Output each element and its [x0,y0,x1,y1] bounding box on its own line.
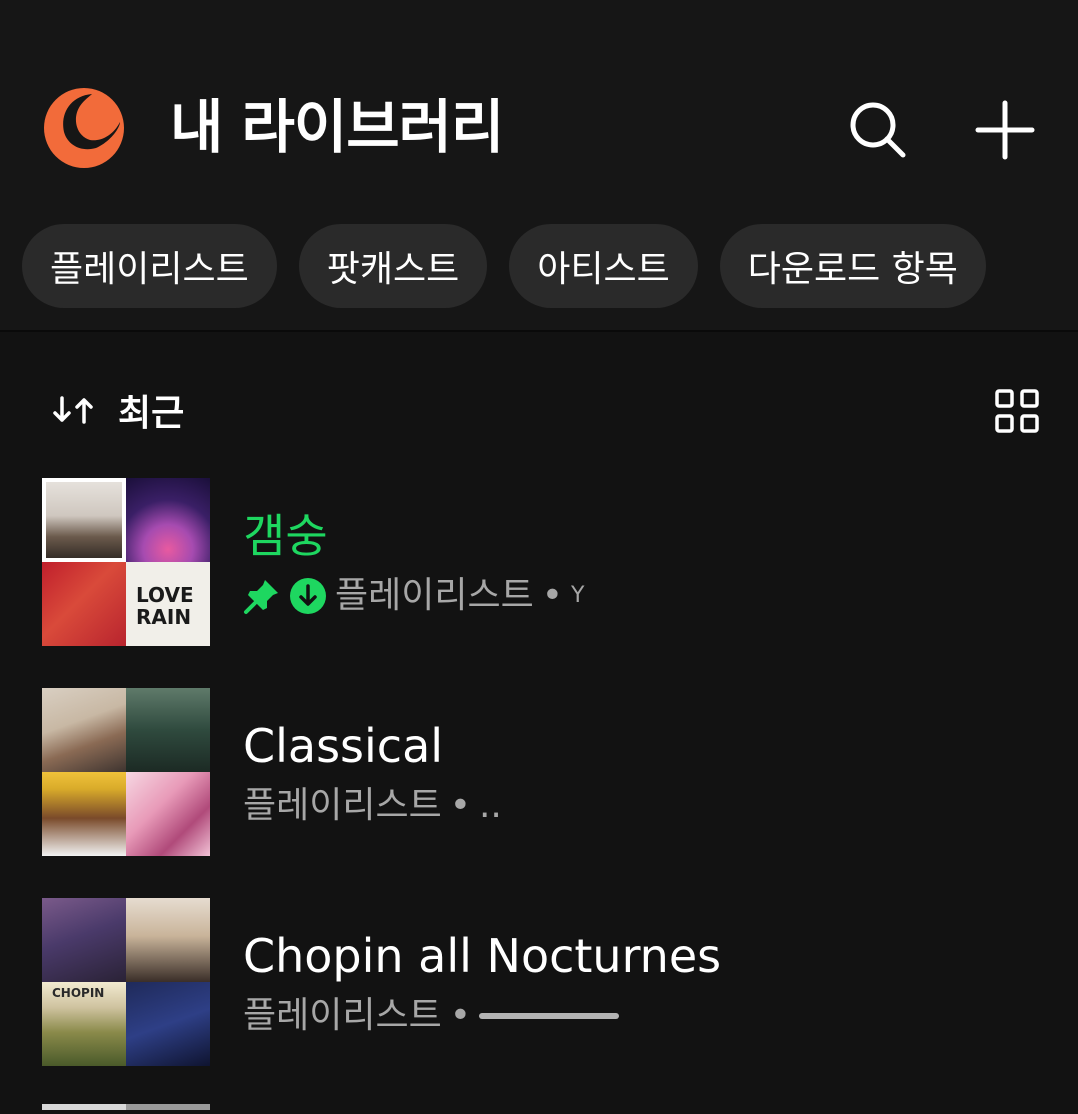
filter-chip-playlists[interactable]: 플레이리스트 [22,224,277,308]
separator-dot: • [449,785,471,826]
album-art [126,982,210,1066]
playlist-cover [42,1104,210,1110]
page-title: 내 라이브러리 [170,93,504,161]
filter-chip-downloads[interactable]: 다운로드 항목 [719,224,986,308]
list-item[interactable]: CHOPIN Chopin all Nocturnes 플레이리스트 • [0,898,1078,1068]
profile-avatar[interactable] [40,84,128,172]
separator-dot: • [449,995,471,1036]
separator-dot: • [541,575,563,616]
downloaded-icon [290,578,326,614]
playlist-title: Chopin all Nocturnes [243,929,722,983]
playlist-meta: 플레이리스트 • .. [243,784,502,828]
filter-chip-podcasts[interactable]: 팟캐스트 [298,224,488,308]
playlist-title: 갬숭 [243,509,328,563]
plus-icon [975,100,1035,160]
grid-view-icon[interactable] [994,388,1040,434]
playlist-owner: Y [570,583,585,608]
album-art [42,688,126,772]
sort-button[interactable]: 최근 [52,384,184,436]
playlist-cover: LOVE RAIN [42,478,210,646]
sort-label: 최근 [118,393,185,434]
album-art [126,688,210,772]
album-art: CHOPIN [42,982,126,1066]
filter-chip-artists[interactable]: 아티스트 [509,224,698,308]
sort-arrows-icon [53,396,93,424]
search-icon [850,102,906,158]
playlist-title: Classical [243,719,444,773]
album-art [126,478,210,562]
add-button[interactable] [970,95,1040,165]
playlist-cover [42,688,210,856]
album-art [42,478,126,562]
album-art [42,562,126,646]
album-art [42,898,126,982]
playlist-type: 플레이리스트 [335,575,534,616]
album-art [42,772,126,856]
album-art: LOVE RAIN [126,562,210,646]
search-button[interactable] [843,95,913,165]
redacted-owner [478,1013,619,1019]
playlist-meta: 플레이리스트 • [243,994,619,1038]
filter-chips: 플레이리스트 팟캐스트 아티스트 다운로드 항목 [22,224,986,308]
playlist-cover: CHOPIN [42,898,210,1066]
playlist-type: 플레이리스트 [243,995,442,1036]
list-item[interactable]: Classical 플레이리스트 • .. [0,688,1078,858]
library-header: 내 라이브러리 플레이리스트 팟캐스트 아티스트 다운로드 항목 [0,0,1078,332]
playlist-type: 플레이리스트 [243,785,442,826]
list-item[interactable]: LOVE RAIN 갬숭 플레이리스트 • Y [0,478,1078,648]
album-art [126,898,210,982]
playlist-owner: .. [478,785,502,826]
album-art [126,772,210,856]
list-item[interactable] [0,1104,1078,1114]
album-art [42,1104,126,1110]
album-art [126,1104,210,1110]
pin-icon [244,580,278,614]
playlist-meta: 플레이리스트 • Y [243,574,584,618]
